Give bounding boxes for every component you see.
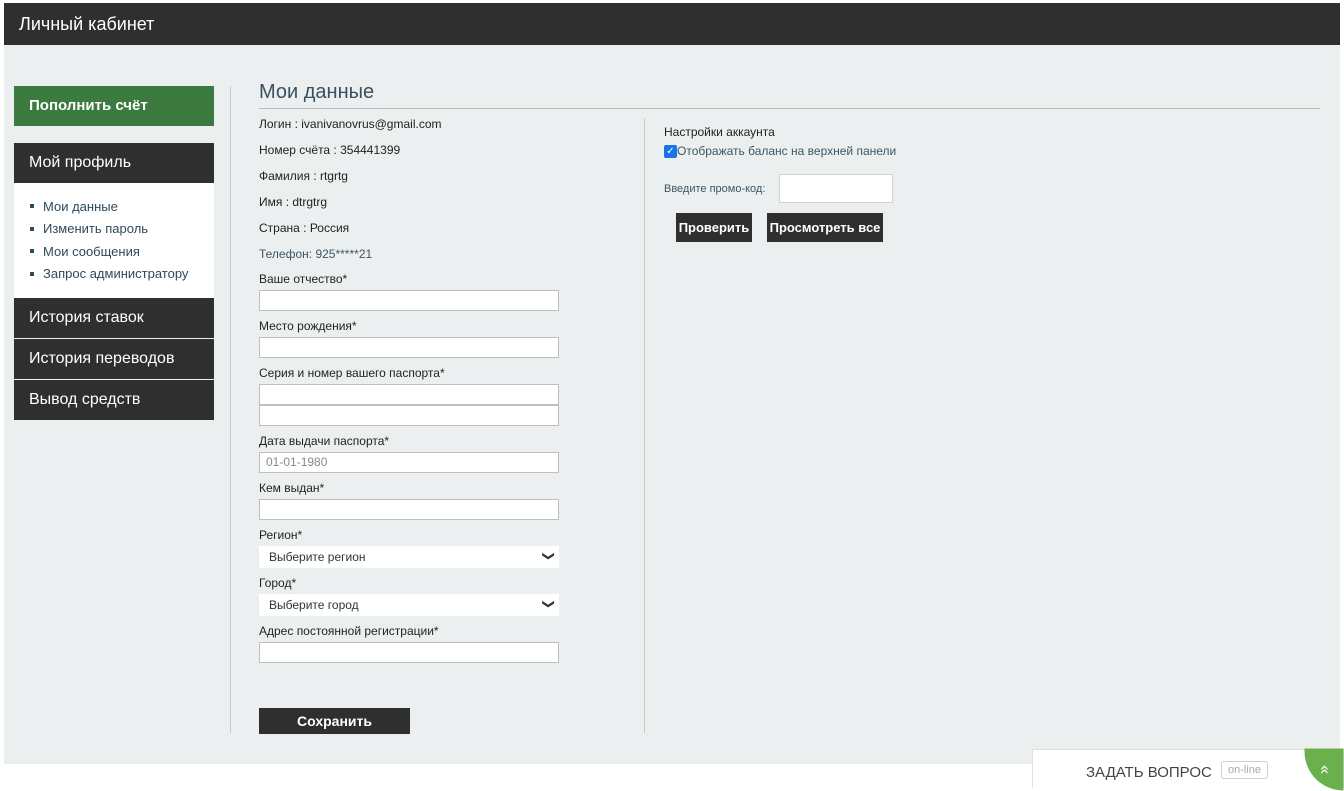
online-badge: on-line <box>1221 761 1269 779</box>
city-select[interactable]: Выберите город ❯ <box>259 594 559 616</box>
divider <box>644 118 645 733</box>
chevron-up-double-icon[interactable]: » <box>1304 748 1344 791</box>
submenu-item-label: Мои данные <box>43 198 118 214</box>
login-info: Логин : ivanivanovrus@gmail.com <box>259 117 442 131</box>
submenu-item-messages[interactable]: Мои сообщения <box>30 240 214 263</box>
bullet-icon <box>30 249 34 254</box>
sidebar-item-withdraw[interactable]: Вывод средств <box>14 380 214 420</box>
passport-series-field[interactable] <box>259 384 559 405</box>
section-heading: Мои данные <box>259 81 375 103</box>
submenu-item-change-password[interactable]: Изменить пароль <box>30 218 214 241</box>
city-selected-value: Выберите город <box>269 598 359 612</box>
profile-submenu: Мои данные Изменить пароль Мои сообщения… <box>14 183 214 298</box>
submenu-item-label: Изменить пароль <box>43 221 149 237</box>
patronymic-label: Ваше отчество* <box>259 272 348 286</box>
show-balance-checkbox[interactable]: ✓ <box>664 144 677 158</box>
topup-button[interactable]: Пополнить счёт <box>14 86 214 126</box>
passport-number-field[interactable] <box>259 405 559 426</box>
address-field[interactable] <box>259 642 559 663</box>
name-info: Имя : dtrgtrg <box>259 195 328 209</box>
passport-label: Серия и номер вашего паспорта* <box>259 366 445 380</box>
city-label: Город* <box>259 576 297 590</box>
submenu-item-label: Запрос администратору <box>43 266 189 282</box>
page: Личный кабинет Пополнить счёт Мой профил… <box>4 3 1340 764</box>
page-title: Личный кабинет <box>19 14 155 34</box>
issued-by-label: Кем выдан* <box>259 481 325 495</box>
submenu-item-admin-request[interactable]: Запрос администратору <box>30 263 214 286</box>
show-balance-row: ✓ Отображать баланс на верхней панели <box>664 144 896 158</box>
sidebar-item-bets-history[interactable]: История ставок <box>14 298 214 338</box>
country-info: Страна : Россия <box>259 221 350 235</box>
birthplace-label: Место рождения* <box>259 319 357 333</box>
chevron-down-icon: ❯ <box>541 550 556 562</box>
submenu-item-my-data[interactable]: Мои данные <box>30 195 214 218</box>
show-balance-label: Отображать баланс на верхней панели <box>677 144 897 158</box>
surname-info: Фамилия : rtgrtg <box>259 169 348 183</box>
chevron-down-icon: ❯ <box>541 598 556 610</box>
submenu-item-label: Мои сообщения <box>43 243 140 259</box>
promo-label: Введите промо-код: <box>664 183 766 195</box>
birthplace-field[interactable] <box>259 337 559 358</box>
bullet-icon <box>30 226 34 231</box>
ask-question-widget[interactable]: ЗАДАТЬ ВОПРОС on-line » <box>1032 748 1344 791</box>
phone-info: Телефон: 925*****21 <box>259 247 373 261</box>
bullet-icon <box>30 271 34 276</box>
account-settings-title: Настройки аккаунта <box>664 125 775 139</box>
issued-by-field[interactable] <box>259 499 559 520</box>
issue-date-label: Дата выдачи паспорта* <box>259 434 390 448</box>
bullet-icon <box>30 204 34 209</box>
divider <box>230 86 231 733</box>
sidebar-item-transfers-history[interactable]: История переводов <box>14 339 214 379</box>
heading-divider <box>259 108 1320 109</box>
top-bar: Личный кабинет <box>4 3 1340 45</box>
ask-question-label: ЗАДАТЬ ВОПРОС <box>1086 764 1212 781</box>
view-all-button[interactable]: Просмотреть все <box>767 213 883 242</box>
issue-date-field[interactable]: 01-01-1980 <box>259 452 559 473</box>
check-promo-button[interactable]: Проверить <box>676 213 752 242</box>
promo-code-input[interactable] <box>779 174 893 203</box>
address-label: Адрес постоянной регистрации* <box>259 624 439 638</box>
patronymic-field[interactable] <box>259 290 559 311</box>
region-label: Регион* <box>259 528 303 542</box>
account-number-info: Номер счёта : 354441399 <box>259 143 401 157</box>
sidebar-item-profile[interactable]: Мой профиль <box>14 143 214 183</box>
region-select[interactable]: Выберите регион ❯ <box>259 546 559 568</box>
region-selected-value: Выберите регион <box>269 550 366 564</box>
save-button[interactable]: Сохранить <box>259 708 410 734</box>
